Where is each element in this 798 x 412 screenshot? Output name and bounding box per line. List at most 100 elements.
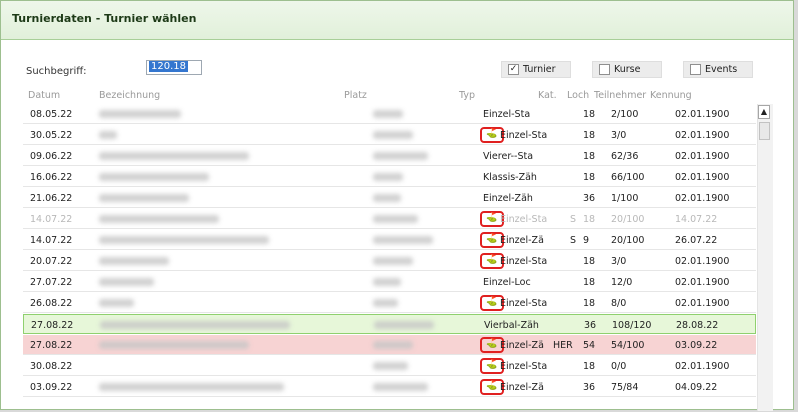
cell-kat: Einzel-Zäh <box>483 193 533 204</box>
cell-bezeichnung-redacted <box>99 299 134 307</box>
table-row[interactable]: 16.06.22 Klassis-Zäh 18 66/100 02.01.1900 <box>23 167 756 187</box>
col-header-bezeichnung[interactable]: Bezeichnung <box>99 90 160 101</box>
cell-teilnehmer: 20/100 <box>611 214 645 225</box>
scroll-up-arrow-icon[interactable]: ▲ <box>758 105 770 119</box>
cell-teilnehmer: 0/0 <box>611 361 627 372</box>
cell-datum: 27.08.22 <box>30 340 73 351</box>
vertical-scrollbar[interactable] <box>757 104 773 411</box>
table-row[interactable]: 08.05.22 Einzel-Sta 18 2/100 02.01.1900 <box>23 104 756 124</box>
cell-kennung: 04.09.22 <box>675 382 718 393</box>
cell-kat: Vierer--Sta <box>483 151 534 162</box>
cell-loch: 18 <box>583 151 596 162</box>
cell-loch: 18 <box>583 109 596 120</box>
scroll-thumb[interactable] <box>759 122 770 140</box>
turnier-checkbox[interactable]: ✓ <box>508 64 519 75</box>
cell-loch: 36 <box>583 382 596 393</box>
cell-loch: 36 <box>583 193 596 204</box>
cell-bezeichnung-redacted <box>99 131 117 139</box>
col-header-platz[interactable]: Platz <box>344 90 367 101</box>
table-row[interactable]: 21.06.22 Einzel-Zäh 36 1/100 02.01.1900 <box>23 188 756 208</box>
cell-kat: Einzel-Sta <box>500 298 548 309</box>
cell-kennung: 02.01.1900 <box>675 256 730 267</box>
events-checkbox[interactable] <box>690 64 701 75</box>
cell-loch: 54 <box>583 340 596 351</box>
cell-kat: Einzel-Loc <box>483 277 531 288</box>
cell-loch: 18 <box>583 298 596 309</box>
cell-kat: Einzel-Sta <box>500 130 548 141</box>
cell-teilnehmer: 54/100 <box>611 340 645 351</box>
table-row[interactable]: 09.06.22 Vierer--Sta 18 62/36 02.01.1900 <box>23 146 756 166</box>
cell-platz-redacted <box>373 131 413 139</box>
table-row[interactable]: 27.08.22 Vierbal-Zäh 36 108/120 28.08.22 <box>23 314 756 334</box>
table-row[interactable]: 20.07.22 ⛳ Einzel-Sta 18 3/0 02.01.1900 <box>23 251 756 271</box>
cell-loch: 18 <box>583 277 596 288</box>
cell-bezeichnung-redacted <box>99 110 181 118</box>
filter-turnier-label: Turnier <box>523 64 556 75</box>
col-header-teilnehmer[interactable]: Teilnehmer <box>594 90 646 101</box>
cell-loch: 18 <box>583 130 596 141</box>
col-header-typ[interactable]: Typ <box>459 90 475 101</box>
cell-kat: Klassis-Zäh <box>483 172 537 183</box>
table-row[interactable]: 14.07.22 ⛳ Einzel-Zä S 9 20/100 26.07.22 <box>23 230 756 250</box>
table-row[interactable]: 26.08.22 ⛳ Einzel-Sta 18 8/0 02.01.1900 <box>23 293 756 313</box>
cell-teilnehmer: 108/120 <box>612 320 652 331</box>
cell-kat: Vierbal-Zäh <box>484 320 539 331</box>
col-header-kat[interactable]: Kat. <box>538 90 557 101</box>
cell-platz-redacted <box>373 362 408 370</box>
cell-platz-redacted <box>373 173 403 181</box>
cell-loch: 18 <box>583 256 596 267</box>
cell-platz-redacted <box>373 110 403 118</box>
cell-teilnehmer: 1/100 <box>611 193 639 204</box>
cell-loch: 18 <box>583 361 596 372</box>
cell-teilnehmer: 75/84 <box>611 382 639 393</box>
cell-platz-redacted <box>373 152 428 160</box>
table-row[interactable]: 27.08.22 ⛳ Einzel-Zä HER 54 54/100 03.09.22 <box>23 335 756 355</box>
kurse-checkbox[interactable] <box>599 64 610 75</box>
cell-teilnehmer: 20/100 <box>611 235 645 246</box>
cell-kennung: 02.01.1900 <box>675 361 730 372</box>
cell-datum: 30.08.22 <box>30 361 73 372</box>
cell-kennung: 02.01.1900 <box>675 109 730 120</box>
tournament-table: 08.05.22 Einzel-Sta 18 2/100 02.01.1900 30.05… <box>23 104 756 412</box>
cell-platz-redacted <box>373 278 401 286</box>
cell-loch: 18 <box>583 214 596 225</box>
cell-bezeichnung-redacted <box>99 173 209 181</box>
cell-bezeichnung-redacted <box>100 321 290 329</box>
search-input[interactable]: 120.18 <box>146 60 202 75</box>
cell-kennung: 02.01.1900 <box>675 277 730 288</box>
cell-teilnehmer: 8/0 <box>611 298 627 309</box>
col-header-datum[interactable]: Datum <box>28 90 60 101</box>
cell-kennung: 02.01.1900 <box>675 151 730 162</box>
cell-datum: 14.07.22 <box>30 235 73 246</box>
col-header-kennung[interactable]: Kennung <box>650 90 692 101</box>
filter-events[interactable]: Events <box>683 61 753 78</box>
table-row[interactable]: 14.07.22 ⛳ Einzel-Sta S 18 20/100 14.07.22 <box>23 209 756 229</box>
cell-datum: 26.08.22 <box>30 298 73 309</box>
cell-bezeichnung-redacted <box>99 236 269 244</box>
filter-kurse[interactable]: Kurse <box>592 61 662 78</box>
filter-turnier[interactable]: ✓ Turnier <box>501 61 571 78</box>
cell-platz-redacted <box>373 299 398 307</box>
cell-datum: 21.06.22 <box>30 193 73 204</box>
cell-kennung: 28.08.22 <box>676 320 719 331</box>
cell-platz-redacted <box>373 215 418 223</box>
table-row[interactable]: 03.09.22 ⛳ Einzel-Zä 36 75/84 04.09.22 <box>23 377 756 397</box>
filter-events-label: Events <box>705 64 738 75</box>
cell-teilnehmer: 62/36 <box>611 151 639 162</box>
cell-loch: 36 <box>584 320 597 331</box>
cell-teilnehmer: 66/100 <box>611 172 645 183</box>
cell-datum: 20.07.22 <box>30 256 73 267</box>
cell-kat: Einzel-Sta <box>500 214 548 225</box>
col-header-loch[interactable]: Loch <box>567 90 589 101</box>
cell-teilnehmer: 3/0 <box>611 256 627 267</box>
cell-datum: 14.07.22 <box>30 214 73 225</box>
table-row[interactable]: 30.05.22 ⛳ Einzel-Sta 18 3/0 02.01.1900 <box>23 125 756 145</box>
tournament-select-window: Turnierdaten - Turnier wählen Suchbegrif… <box>0 0 794 412</box>
cell-teilnehmer: 2/100 <box>611 109 639 120</box>
cell-kat: Einzel-Sta <box>500 361 548 372</box>
table-row[interactable]: 30.08.22 ⛳ Einzel-Sta 18 0/0 02.01.1900 <box>23 356 756 376</box>
cell-bezeichnung-redacted <box>99 278 154 286</box>
table-row[interactable]: 27.07.22 Einzel-Loc 18 12/0 02.01.1900 <box>23 272 756 292</box>
cell-datum: 09.06.22 <box>30 151 73 162</box>
cell-kat: Einzel-Zä <box>500 235 544 246</box>
